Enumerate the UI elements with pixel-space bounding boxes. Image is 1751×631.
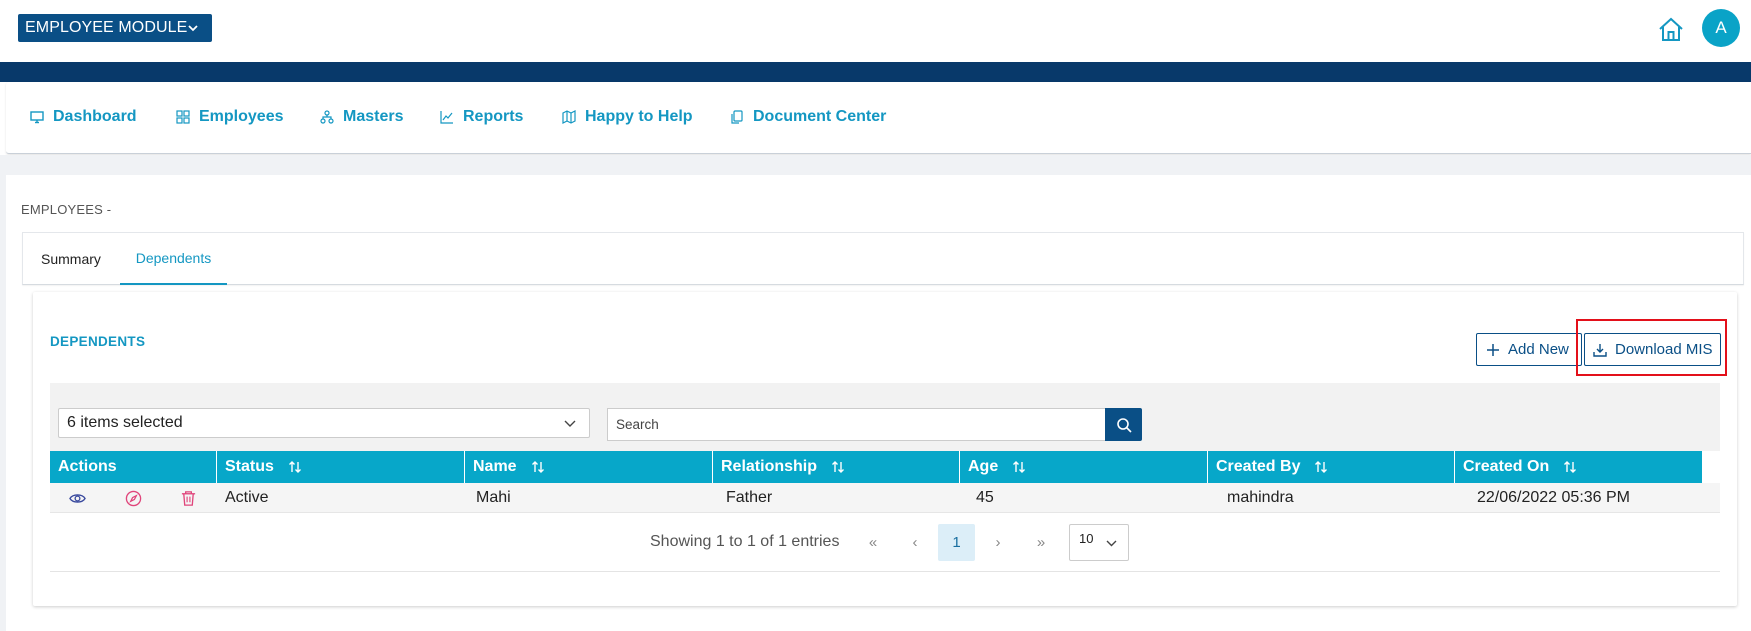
sort-icon — [288, 461, 301, 473]
nav-item-label: Happy to Help — [585, 108, 693, 125]
chevron-down-icon — [1106, 540, 1117, 547]
sort-icon — [1013, 461, 1026, 473]
nav-item-happy-to-help[interactable]: Happy to Help — [562, 108, 693, 126]
chevron-down-icon — [188, 25, 198, 32]
column-header-name[interactable]: Name — [464, 451, 712, 483]
column-header-status[interactable]: Status — [216, 451, 464, 483]
pagination-info: Showing 1 to 1 of 1 entries — [650, 533, 840, 550]
column-select[interactable]: 6 items selected — [58, 408, 590, 438]
page-size-select[interactable]: 10 — [1069, 524, 1129, 561]
eye-icon[interactable] — [69, 490, 86, 507]
chevron-down-icon — [564, 420, 576, 427]
search-icon — [1116, 417, 1132, 433]
cell-name: Mahi — [476, 489, 511, 506]
card-divider — [50, 571, 1720, 572]
chart-line-icon — [440, 111, 453, 124]
documents-icon — [731, 110, 743, 124]
table-row: Active Mahi Father 45 mahindra 22/06/202… — [50, 483, 1720, 513]
nav-item-label: Employees — [199, 108, 284, 125]
tab-dependents[interactable]: Dependents — [120, 233, 227, 285]
nav-item-label: Dashboard — [53, 108, 137, 125]
column-header-relationship[interactable]: Relationship — [712, 451, 959, 483]
cell-age: 45 — [976, 489, 994, 506]
table-header: Actions Status Name Relationship Age Cre… — [50, 451, 1702, 483]
column-header-actions: Actions — [58, 458, 117, 475]
first-page-button[interactable]: « — [860, 524, 886, 561]
cell-status: Active — [225, 489, 269, 506]
module-selector[interactable]: EMPLOYEE MODULE — [18, 14, 212, 42]
nav-item-label: Reports — [463, 108, 524, 125]
highlight-box — [1576, 319, 1727, 376]
monitor-icon — [30, 111, 44, 124]
page-size-value: 10 — [1079, 531, 1094, 546]
last-page-button[interactable]: » — [1028, 524, 1054, 561]
sitemap-icon — [320, 110, 334, 124]
nav-item-document-center[interactable]: Document Center — [730, 108, 886, 126]
tab-summary[interactable]: Summary — [41, 233, 101, 285]
breadcrumb: EMPLOYEES - — [21, 202, 112, 217]
grid-icon — [176, 110, 190, 124]
map-icon — [562, 110, 576, 124]
nav-item-reports[interactable]: Reports — [440, 108, 523, 126]
tabs-bar: Summary Dependents — [22, 232, 1744, 285]
add-new-label: Add New — [1508, 341, 1569, 358]
header-band — [0, 62, 1751, 82]
avatar[interactable]: A — [1702, 9, 1740, 47]
cell-relationship: Father — [726, 489, 773, 506]
main-nav: Dashboard Employees Masters Reports Happ… — [6, 82, 1751, 154]
nav-item-masters[interactable]: Masters — [320, 108, 403, 126]
next-page-button[interactable]: › — [985, 524, 1011, 561]
column-header-created-on[interactable]: Created On — [1454, 451, 1702, 483]
plus-icon — [1487, 343, 1499, 356]
column-header-age[interactable]: Age — [959, 451, 1207, 483]
search-button[interactable] — [1105, 408, 1142, 441]
nav-item-dashboard[interactable]: Dashboard — [30, 108, 137, 126]
sort-icon — [1315, 461, 1328, 473]
module-label: EMPLOYEE MODULE — [25, 19, 188, 36]
sort-icon — [832, 461, 845, 473]
column-select-value: 6 items selected — [67, 414, 183, 431]
nav-item-label: Document Center — [753, 108, 887, 125]
top-bar: EMPLOYEE MODULE A — [0, 0, 1751, 62]
nav-item-employees[interactable]: Employees — [176, 108, 283, 126]
add-new-button[interactable]: Add New — [1476, 333, 1582, 366]
search-input[interactable] — [607, 408, 1105, 441]
cell-created-on: 22/06/2022 05:36 PM — [1477, 489, 1631, 506]
prev-page-button[interactable]: ‹ — [902, 524, 928, 561]
card-title: DEPENDENTS — [50, 334, 146, 349]
home-icon[interactable] — [1656, 14, 1686, 44]
nav-item-label: Masters — [343, 108, 404, 125]
page-number-button[interactable]: 1 — [938, 524, 975, 561]
column-header-created-by[interactable]: Created By — [1207, 451, 1454, 483]
sort-icon — [531, 461, 544, 473]
cell-created-by: mahindra — [1227, 489, 1294, 506]
sort-icon — [1564, 461, 1577, 473]
compass-icon[interactable] — [125, 490, 142, 507]
trash-icon[interactable] — [180, 490, 197, 507]
